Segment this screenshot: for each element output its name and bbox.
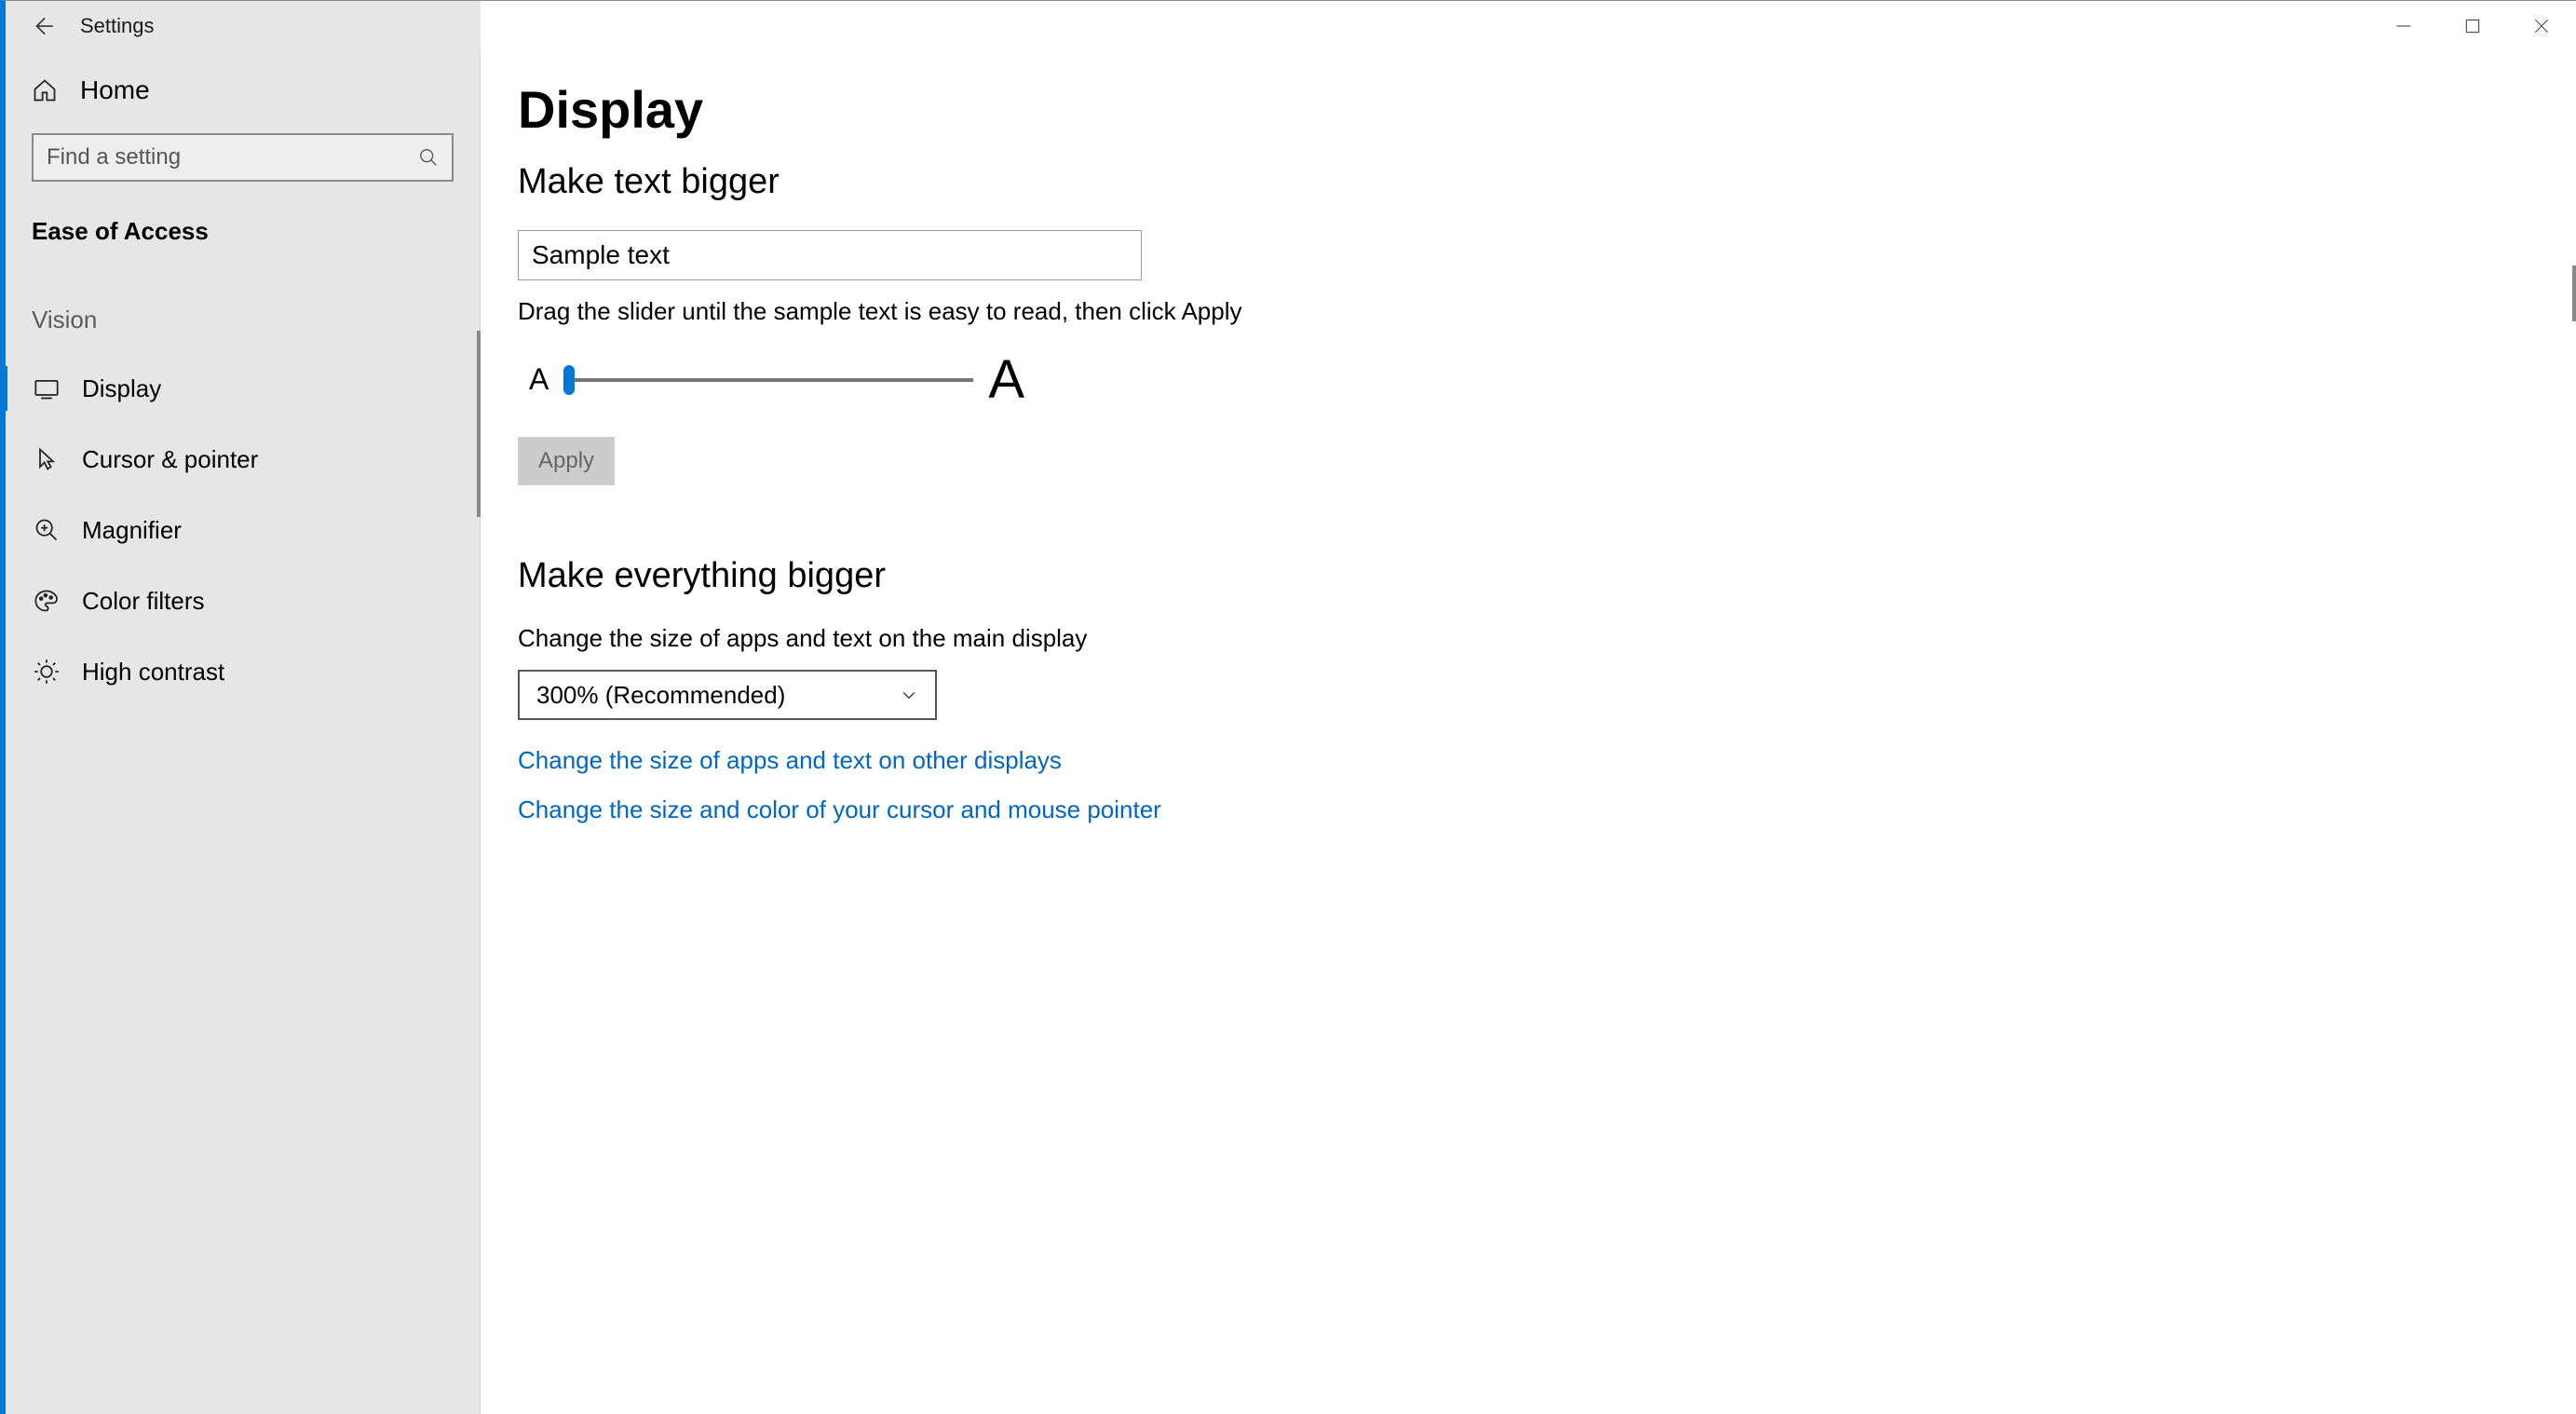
back-arrow-icon <box>31 14 55 38</box>
window-controls <box>2369 1 2576 51</box>
apply-button[interactable]: Apply <box>518 437 615 485</box>
dropdown-value: 300% (Recommended) <box>536 681 785 710</box>
small-a-label: A <box>529 362 549 397</box>
sidebar-home[interactable]: Home <box>6 51 480 133</box>
slider-thumb[interactable] <box>563 365 575 395</box>
sidebar-item-display[interactable]: Display <box>6 353 480 424</box>
category-title: Ease of Access <box>6 210 480 274</box>
magnifier-icon <box>34 517 60 543</box>
section-vision-title: Vision <box>6 274 480 353</box>
palette-icon <box>34 588 60 614</box>
sidebar-item-label: Color filters <box>82 587 204 616</box>
content-area: Display Make text bigger Sample text Dra… <box>481 51 2576 1414</box>
maximize-button[interactable] <box>2438 1 2507 51</box>
big-a-label: A <box>988 348 1024 411</box>
sidebar-item-label: Magnifier <box>82 516 182 545</box>
sidebar: Home Ease of Access Vision Display <box>6 51 481 1414</box>
close-icon <box>2532 17 2551 35</box>
slider-instruction: Drag the slider until the sample text is… <box>518 297 2539 326</box>
titlebar: Settings <box>6 1 2576 51</box>
content-scrollbar[interactable] <box>2572 265 2576 321</box>
sidebar-item-cursor-pointer[interactable]: Cursor & pointer <box>6 424 480 495</box>
home-icon <box>32 77 58 103</box>
home-label: Home <box>80 75 150 105</box>
link-other-displays[interactable]: Change the size of apps and text on othe… <box>518 746 2539 775</box>
section-make-everything-bigger: Make everything bigger <box>518 556 2539 596</box>
sidebar-item-high-contrast[interactable]: High contrast <box>6 636 480 707</box>
minimize-button[interactable] <box>2369 1 2438 51</box>
search-input[interactable] <box>47 144 418 170</box>
text-size-slider[interactable] <box>563 378 973 382</box>
sidebar-item-color-filters[interactable]: Color filters <box>6 565 480 636</box>
settings-window: Settings Home <box>0 0 2576 1414</box>
sidebar-item-label: Display <box>82 374 161 403</box>
search-box[interactable] <box>32 133 454 182</box>
sidebar-item-label: High contrast <box>82 658 224 687</box>
scale-label: Change the size of apps and text on the … <box>518 624 2539 653</box>
sidebar-item-label: Cursor & pointer <box>82 445 258 474</box>
text-size-slider-row: A A <box>518 348 2539 411</box>
link-cursor-pointer[interactable]: Change the size and color of your cursor… <box>518 795 2539 824</box>
app-title: Settings <box>80 14 155 38</box>
minimize-icon <box>2394 17 2413 35</box>
cursor-icon <box>34 446 60 472</box>
scale-dropdown[interactable]: 300% (Recommended) <box>518 670 937 720</box>
page-title: Display <box>518 79 2539 140</box>
maximize-icon <box>2463 17 2482 35</box>
search-icon <box>418 147 439 168</box>
sample-text-box: Sample text <box>518 230 1142 280</box>
sun-icon <box>34 659 60 685</box>
sidebar-item-magnifier[interactable]: Magnifier <box>6 495 480 565</box>
back-button[interactable] <box>6 1 80 51</box>
section-make-text-bigger: Make text bigger <box>518 162 2539 202</box>
chevron-down-icon <box>900 686 918 704</box>
display-icon <box>34 375 60 401</box>
close-button[interactable] <box>2507 1 2576 51</box>
